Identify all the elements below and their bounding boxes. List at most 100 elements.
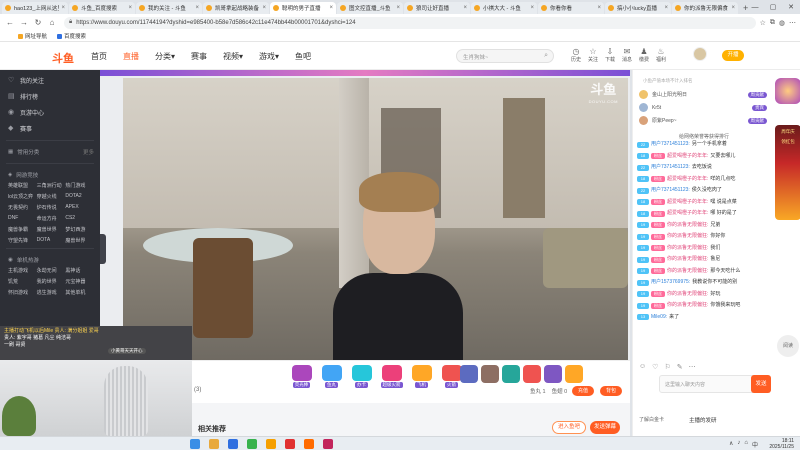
category-link[interactable]: DNF [8, 215, 37, 222]
browser-tab[interactable]: 狼司让好直播 × [404, 2, 470, 14]
clock[interactable]: 18:11 2025/11/25 [769, 438, 794, 450]
header-下载[interactable]: ⇩ 下载 [604, 47, 616, 63]
sidebar-item[interactable]: ◆ 赛事 [0, 120, 100, 136]
chat-tool-icon[interactable]: ⚐ [664, 363, 670, 373]
tray-icon[interactable]: ∧ [729, 440, 733, 449]
browser-tab[interactable]: 搞小小lucky直播 × [605, 2, 671, 14]
category-link[interactable]: 命运方舟 [37, 215, 66, 222]
close-window-button[interactable]: ✕ [782, 0, 800, 14]
chat-tool-icon[interactable]: ☺ [639, 363, 646, 373]
app-icon[interactable] [285, 439, 295, 449]
category-link[interactable]: 饥荒 [8, 278, 37, 285]
tab-close-icon[interactable]: × [664, 5, 668, 11]
app-icon[interactable] [266, 439, 276, 449]
folder-icon[interactable] [209, 439, 219, 449]
gift-item[interactable]: 飞机 [408, 365, 435, 388]
chat-nickname[interactable]: 超爱喝橙子的年年: [667, 153, 708, 160]
bookmark-nav[interactable]: 网址导航 [18, 32, 47, 40]
gift-icon[interactable] [460, 365, 478, 383]
home-icon[interactable]: ⌂ [46, 18, 58, 27]
more-link[interactable]: 更多 [83, 148, 94, 156]
chat-nickname[interactable]: 你的派鲁无限偏狂: [667, 256, 708, 263]
chat-nickname[interactable]: 你的派鲁无限偏狂: [667, 268, 708, 275]
chat-tool-icon[interactable]: ♡ [652, 363, 658, 373]
anchor-fans-tab[interactable]: 主播的发研 [689, 416, 717, 424]
chat-nickname[interactable]: 你的派鲁无限偏狂: [667, 302, 708, 309]
gift-icon[interactable] [481, 365, 499, 383]
category-link[interactable]: 魔兽世界 [37, 226, 66, 233]
category-link[interactable]: 永劫无间 [37, 267, 66, 274]
minimize-button[interactable]: — [746, 0, 764, 14]
browser-tab[interactable]: 斗鱼_百度搜索 × [69, 2, 135, 14]
profile-icon[interactable]: ◍ [779, 19, 785, 27]
search-icon[interactable]: ⌕ [544, 52, 548, 60]
header-消息[interactable]: ✉ 消息 [621, 47, 633, 63]
forward-arrow-icon[interactable]: → [18, 18, 30, 27]
send-danmu-button[interactable]: 发送弹幕 [590, 421, 620, 434]
douyu-app-icon[interactable] [304, 439, 314, 449]
back-arrow-icon[interactable]: ← [4, 18, 16, 27]
tab-close-icon[interactable]: × [463, 5, 467, 11]
category-link[interactable]: 主机游戏 [8, 267, 37, 274]
gift-item[interactable]: 办卡 [348, 365, 375, 388]
gift-icon[interactable] [565, 365, 583, 383]
anniversary-banner[interactable]: 周年庆 领红包 [775, 125, 800, 220]
sidebar-item[interactable]: ▤ 排行榜 [0, 88, 100, 104]
chat-nickname[interactable]: 超爱喝橙子的年年: [667, 210, 708, 217]
category-link[interactable]: APEX [65, 204, 94, 211]
category-link[interactable]: 元宝神器 [65, 278, 94, 285]
browser-tab[interactable]: 你看你看 × [538, 2, 604, 14]
chat-nickname[interactable]: 你的派鲁无限偏狂: [667, 222, 708, 229]
browser-tab[interactable]: hao123_上网从这里开始× [2, 2, 68, 14]
rank-row[interactable]: Kr5t 贵宾 [633, 101, 773, 114]
tab-close-icon[interactable]: × [128, 5, 132, 11]
header-关注[interactable]: ☆ 关注 [587, 47, 599, 63]
chat-nickname[interactable]: 用户1573769975: [651, 279, 690, 286]
gift-icon[interactable] [523, 365, 541, 383]
chat-tool-icon[interactable]: ⋯ [689, 363, 696, 373]
gift-item[interactable]: 荧光棒 [288, 365, 315, 388]
category-link[interactable]: 我的世界 [37, 278, 66, 285]
tab-close-icon[interactable]: × [195, 5, 199, 11]
join-fishbar-button[interactable]: 进入鱼吧 [552, 421, 586, 434]
app-icon[interactable] [247, 439, 257, 449]
event-badge[interactable] [775, 78, 800, 104]
nav-item[interactable]: 鱼吧 [295, 51, 311, 62]
nav-item[interactable]: 视频▾ [223, 51, 243, 62]
sidebar-item[interactable]: ♡ 我的关注 [0, 72, 100, 88]
rank-row[interactable]: 原紫Peep~ 周贡献 [633, 114, 773, 127]
extensions-icon[interactable]: ⧉ [770, 19, 775, 27]
start-icon[interactable] [190, 439, 200, 449]
browser-tab[interactable]: 聪明的男子直播 × [270, 2, 336, 14]
maximize-button[interactable]: ▢ [764, 0, 782, 14]
header-福利[interactable]: ♨ 福利 [655, 47, 667, 63]
tab-close-icon[interactable]: × [530, 5, 534, 11]
category-link[interactable]: 梦幻西游 [65, 226, 94, 233]
chat-tool-icon[interactable]: ✎ [677, 363, 683, 373]
app-icon[interactable] [323, 439, 333, 449]
tab-close-icon[interactable]: × [329, 5, 333, 11]
nav-item[interactable]: 直播 [123, 51, 139, 62]
platinum-card-link[interactable]: 了解白金卡 [639, 416, 664, 423]
category-link[interactable]: 怀旧游戏 [8, 289, 37, 296]
header-历史[interactable]: ◷ 历史 [570, 47, 582, 63]
bookmark-baidu[interactable]: 百度搜索 [57, 32, 86, 40]
category-link[interactable]: 热门游戏 [65, 182, 94, 189]
category-link[interactable]: 炉石传说 [37, 204, 66, 211]
category-link[interactable]: 其他单机 [65, 289, 94, 296]
category-link[interactable]: 魔兽世界 [65, 237, 94, 244]
tray-icon[interactable]: 中 [752, 440, 758, 449]
sidebar-item[interactable]: ◉ 页游中心 [0, 104, 100, 120]
category-link[interactable]: 逃生游戏 [37, 289, 66, 296]
browser-tab[interactable]: 小祺大大 - 斗鱼 × [471, 2, 537, 14]
chat-nickname[interactable]: 超爱喝橙子的年年: [667, 176, 708, 183]
tab-close-icon[interactable]: × [262, 5, 266, 11]
browser-tab[interactable]: 你的派鲁无限偏食 × [672, 2, 738, 14]
chat-nickname[interactable]: 超爱喝橙子的年年: [667, 199, 708, 206]
chat-nickname[interactable]: 你的派鲁无限偏狂: [667, 245, 708, 252]
nav-item[interactable]: 游戏▾ [259, 51, 279, 62]
nav-item[interactable]: 首页 [91, 51, 107, 62]
chat-nickname[interactable]: 你的派鲁无限偏狂: [667, 233, 708, 240]
category-link[interactable]: DOTA2 [65, 193, 94, 200]
user-avatar[interactable] [693, 47, 707, 61]
